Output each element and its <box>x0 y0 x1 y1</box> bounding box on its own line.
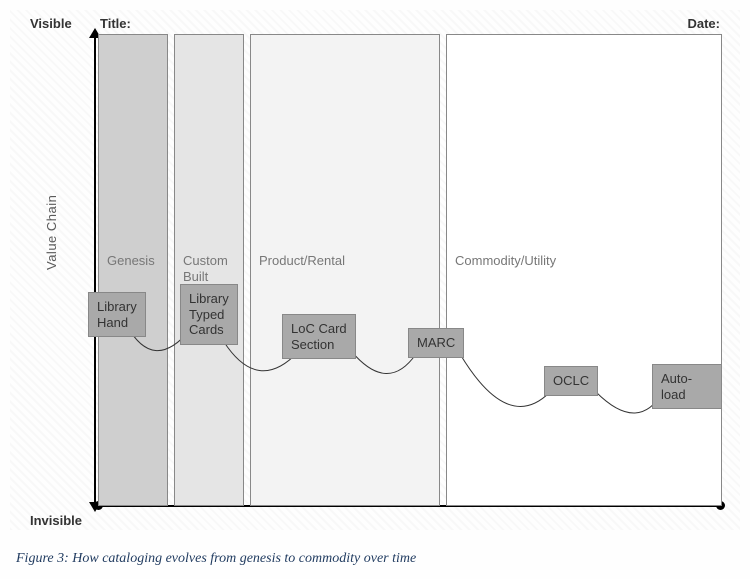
node-library-typed-cards: Library Typed Cards <box>180 284 238 345</box>
column-genesis: Genesis <box>98 34 168 506</box>
axis-label-invisible: Invisible <box>30 513 82 528</box>
node-loc-card-section: LoC Card Section <box>282 314 356 359</box>
axis-label-value-chain: Value Chain <box>44 195 59 270</box>
figure-caption: Figure 3: How cataloging evolves from ge… <box>16 551 416 567</box>
label-title: Title: <box>100 16 131 31</box>
column-label-commodity: Commodity/Utility <box>455 253 556 269</box>
column-label-genesis: Genesis <box>107 253 155 269</box>
axis-label-visible: Visible <box>30 16 72 31</box>
chart-area: Genesis Custom Built Product/Rental Comm… <box>98 34 722 506</box>
node-marc: MARC <box>408 328 464 358</box>
column-product-rental: Product/Rental <box>250 34 440 506</box>
wardley-map-container: Visible Title: Date: Invisible Value Cha… <box>10 10 740 530</box>
node-auto-load: Auto-load <box>652 364 722 409</box>
column-custom-built: Custom Built <box>174 34 244 506</box>
column-commodity-utility: Commodity/Utility <box>446 34 722 506</box>
node-oclc: OCLC <box>544 366 598 396</box>
label-date: Date: <box>687 16 720 31</box>
y-axis-line <box>94 34 96 506</box>
column-label-product: Product/Rental <box>259 253 345 269</box>
column-label-custom: Custom Built <box>183 253 228 286</box>
node-library-hand: Library Hand <box>88 292 146 337</box>
